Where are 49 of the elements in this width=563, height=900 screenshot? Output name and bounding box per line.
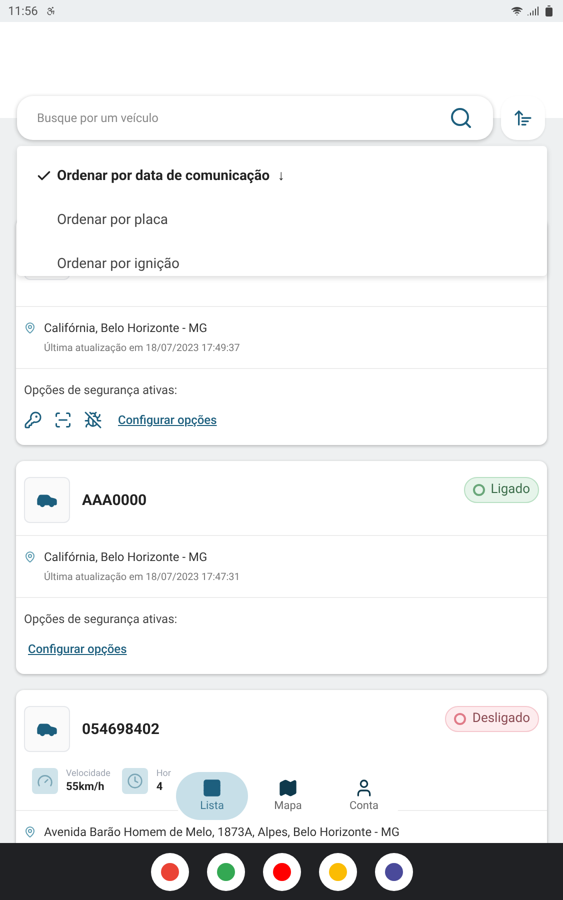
- security-options-label: Opções de segurança ativas:: [24, 611, 178, 628]
- app-icon[interactable]: [150, 852, 188, 890]
- status-icon: [454, 712, 466, 725]
- vehicle-card[interactable]: AAA0000 Ligado Califórnia, Belo Horizonte - MG Última atualização em 18/07/2023 17:47:31 Opções de segurança ativas: Configurar opções: [16, 461, 547, 674]
- nav-tab[interactable]: Conta: [328, 772, 400, 820]
- vehicle-address: Avenida Barão Homem de Melo, 1873A, Alpes, Belo Horizonte - MG: [44, 824, 400, 841]
- location-pin-icon: [24, 551, 36, 563]
- vehicle-plate: 054698402: [82, 719, 160, 740]
- app-icon[interactable]: [318, 852, 356, 890]
- vehicle-address: Califórnia, Belo Horizonte - MG: [44, 549, 208, 566]
- stat-value: 55km/h: [66, 780, 106, 794]
- target-icon: [54, 411, 72, 429]
- stat-label: Velocidade: [66, 768, 110, 780]
- app-icon[interactable]: [374, 852, 412, 890]
- status-time: 11:56: [8, 3, 38, 20]
- search-icon[interactable]: [449, 106, 473, 130]
- sort-button[interactable]: [501, 96, 545, 140]
- map-icon: [278, 778, 298, 798]
- sort-direction-arrow: ↓: [278, 166, 285, 186]
- search-input[interactable]: Busque por um veículo: [37, 109, 449, 127]
- status-icon: [472, 484, 485, 496]
- accessibility-icon: [46, 6, 56, 16]
- stat-label: Hor: [156, 768, 171, 780]
- last-update-text: Última atualização em 18/07/2023 17:49:37: [44, 341, 241, 356]
- bug-icon: [84, 411, 102, 429]
- location-pin-icon: [24, 826, 36, 838]
- configure-options-link[interactable]: Configurar opções: [28, 640, 127, 658]
- ignition-status-badge: Ligado: [464, 477, 539, 502]
- stat-icon: [32, 768, 58, 794]
- configure-options-link[interactable]: Configurar opções: [118, 411, 217, 429]
- sort-icon: [513, 108, 533, 128]
- nav-tab[interactable]: Lista: [176, 772, 248, 820]
- battery-icon: [543, 5, 555, 17]
- sort-option[interactable]: Ordenar por ignição: [17, 242, 547, 286]
- app-icon[interactable]: [206, 852, 244, 890]
- nav-tab[interactable]: Mapa: [252, 772, 324, 820]
- key-icon: [24, 411, 42, 429]
- last-update-text: Última atualização em 18/07/2023 17:47:31: [44, 570, 241, 585]
- ignition-status-badge: Desligado: [445, 706, 539, 732]
- stat-icon: [122, 768, 148, 794]
- sort-option[interactable]: Ordenar por data de comunicação ↓: [17, 154, 547, 198]
- stat-value: 4: [156, 780, 164, 794]
- app-icon[interactable]: [262, 852, 300, 890]
- search-field[interactable]: Busque por um veículo: [17, 96, 493, 140]
- vehicle-address: Califórnia, Belo Horizonte - MG: [44, 320, 208, 337]
- location-pin-icon: [24, 322, 36, 334]
- security-options-label: Opções de segurança ativas:: [24, 382, 178, 399]
- vehicle-plate: AAA0000: [82, 490, 147, 511]
- signal-icon: [527, 5, 539, 17]
